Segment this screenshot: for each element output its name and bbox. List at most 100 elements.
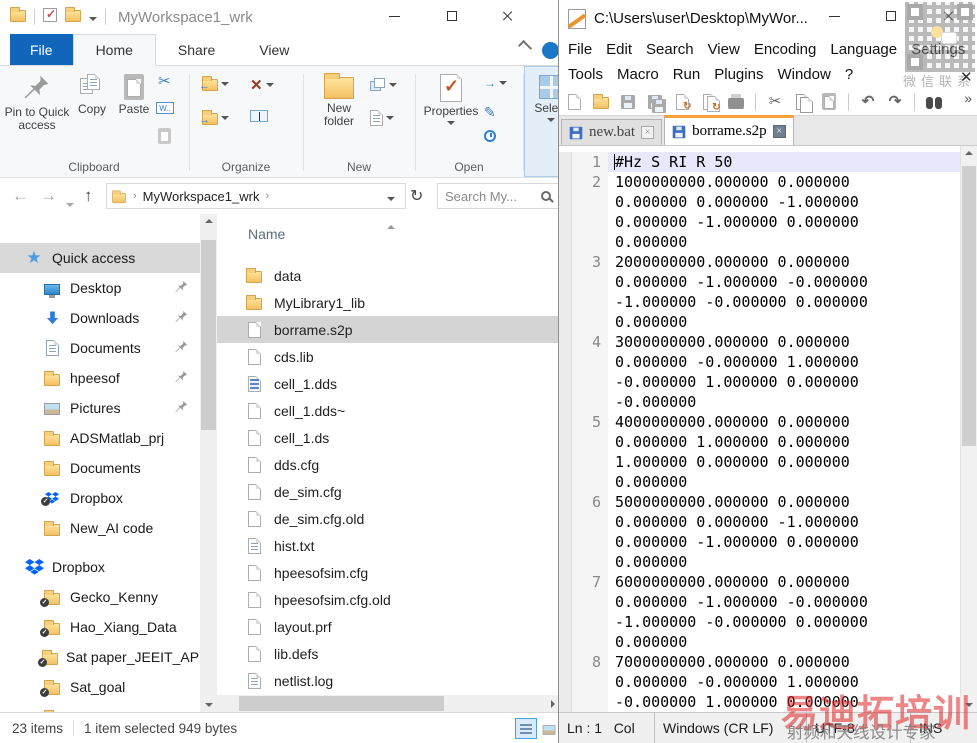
file-row-cell-1-ds[interactable]: cell_1.ds xyxy=(217,424,558,451)
breadcrumb[interactable]: MyWorkspace1_wrk xyxy=(143,189,260,204)
bookmark-margin[interactable] xyxy=(559,472,572,492)
bookmark-margin[interactable] xyxy=(559,172,572,192)
file-row-dds-cfg[interactable]: dds.cfg xyxy=(217,451,558,478)
editor-row[interactable]: 5 4000000000.000000 0.000000 xyxy=(559,412,960,432)
open-file-icon[interactable] xyxy=(591,94,611,109)
back-icon[interactable]: ← xyxy=(12,186,29,206)
menu-file[interactable]: File xyxy=(568,41,599,58)
bookmark-margin[interactable] xyxy=(559,292,572,312)
editor-row[interactable]: -0.000000 xyxy=(559,392,960,412)
bookmark-margin[interactable] xyxy=(559,432,572,452)
menu-window[interactable]: Window xyxy=(770,66,837,83)
bookmark-margin[interactable] xyxy=(559,512,572,532)
editor-row[interactable]: 0.000000 xyxy=(559,232,960,252)
open-icon[interactable]: → xyxy=(484,76,507,90)
rename-icon[interactable] xyxy=(250,110,268,122)
insert-mode[interactable]: INS xyxy=(911,713,950,743)
editor-row[interactable]: 0.000000 -1.000000 -0.000000 xyxy=(559,272,960,292)
bookmark-margin[interactable] xyxy=(559,332,572,352)
undo-icon[interactable]: ↶ xyxy=(858,93,878,111)
collapse-ribbon-icon[interactable] xyxy=(517,39,533,55)
editor-row[interactable]: 1 #Hz S RI R 50 xyxy=(559,152,960,172)
horizontal-scrollbar[interactable] xyxy=(217,695,558,712)
menu-settings[interactable]: Settings xyxy=(904,41,972,58)
copy-button[interactable]: Copy xyxy=(72,74,112,116)
tab-close-icon[interactable]: × xyxy=(772,125,786,138)
close-button[interactable] xyxy=(484,0,531,32)
close-all-icon[interactable]: ↻ xyxy=(699,93,721,113)
bookmark-margin[interactable] xyxy=(559,252,572,272)
editor-row[interactable]: 1.000000 0.000000 0.000000 xyxy=(559,452,960,472)
bookmark-margin[interactable] xyxy=(559,632,572,652)
editor-row[interactable]: 0.000000 xyxy=(559,472,960,492)
sidebar-item-quick-access[interactable]: ★ Quick access xyxy=(0,243,200,273)
bookmark-margin[interactable] xyxy=(559,492,572,512)
file-row-borrame-s2p[interactable]: borrame.s2p xyxy=(217,316,558,343)
sidebar-item-documents[interactable]: Documents xyxy=(0,453,200,483)
file-row-cds-lib[interactable]: cds.lib xyxy=(217,343,558,370)
encoding[interactable]: UTF-8 xyxy=(807,713,911,743)
ribbon-tab-share[interactable]: Share xyxy=(156,34,237,65)
scroll-up-icon[interactable] xyxy=(200,219,217,223)
ribbon-tab-file[interactable]: File xyxy=(10,34,73,65)
editor-row[interactable]: -1.000000 -0.000000 0.000000 xyxy=(559,292,960,312)
editor-row[interactable]: 4 3000000000.000000 0.000000 xyxy=(559,332,960,352)
paste-icon[interactable] xyxy=(819,93,839,110)
sidebar-item-new-ai-code[interactable]: New_AI code xyxy=(0,513,200,543)
minimize-button[interactable] xyxy=(371,0,418,32)
file-row-lib-defs[interactable]: lib.defs xyxy=(217,640,558,667)
file-row-de-sim-cfg-old[interactable]: de_sim.cfg.old xyxy=(217,505,558,532)
ribbon-tab-view[interactable]: View xyxy=(237,34,311,65)
new-folder-button[interactable]: New folder xyxy=(312,73,366,128)
move-to-icon[interactable]: ← xyxy=(199,76,229,92)
bookmark-margin[interactable] xyxy=(559,212,572,232)
paste-button[interactable]: Paste xyxy=(114,74,154,116)
address-dropdown-icon[interactable] xyxy=(381,189,401,204)
close-button[interactable] xyxy=(927,0,971,32)
bookmark-margin[interactable] xyxy=(559,532,572,552)
editor-row[interactable]: 6 5000000000.000000 0.000000 xyxy=(559,492,960,512)
file-row-layout-prf[interactable]: layout.prf xyxy=(217,613,558,640)
menu-plugins[interactable]: Plugins xyxy=(707,66,770,83)
copy-path-icon[interactable]: W.. xyxy=(156,102,174,114)
sidebar-item-documents[interactable]: Documents xyxy=(0,333,200,363)
easy-access-icon[interactable] xyxy=(370,110,394,126)
find-icon[interactable] xyxy=(924,94,944,109)
bookmark-margin[interactable] xyxy=(559,372,572,392)
editor-row[interactable]: 0.000000 -0.000000 1.000000 xyxy=(559,672,960,692)
bookmark-margin[interactable] xyxy=(559,652,572,672)
redo-icon[interactable]: ↷ xyxy=(885,93,905,111)
menu-encoding[interactable]: Encoding xyxy=(747,41,824,58)
sidebar-item-sat[interactable]: Sat xyxy=(0,702,200,712)
editor-row[interactable]: 0.000000 1.000000 0.000000 xyxy=(559,432,960,452)
bookmark-margin[interactable] xyxy=(559,412,572,432)
editor-row[interactable]: 0.000000 0.000000 -1.000000 xyxy=(559,512,960,532)
sidebar-item-dropbox[interactable]: ✓ Dropbox xyxy=(0,483,200,513)
maximize-button[interactable] xyxy=(428,0,475,32)
pin-to-quick-access-button[interactable]: Pin to Quick access xyxy=(4,74,70,132)
editor-row[interactable]: 0.000000 -1.000000 -0.000000 xyxy=(559,592,960,612)
editor-row[interactable]: -1.000000 -0.000000 0.000000 xyxy=(559,612,960,632)
address-bar[interactable]: › MyWorkspace1_wrk › xyxy=(106,183,406,209)
copy-to-icon[interactable]: → xyxy=(199,110,229,126)
eol-format[interactable]: Windows (CR LF) xyxy=(655,713,807,743)
edit-icon[interactable]: ✎ xyxy=(484,104,496,121)
sidebar-item-sat-goal[interactable]: ✓ Sat_goal xyxy=(0,672,200,702)
thumbnail-view-button[interactable] xyxy=(538,718,560,739)
cut-icon[interactable]: ✂ xyxy=(158,72,171,90)
tab-new-bat[interactable]: new.bat × xyxy=(561,119,663,145)
menu-macro[interactable]: Macro xyxy=(610,66,666,83)
new-item-icon[interactable] xyxy=(370,78,397,92)
sidebar-item-desktop[interactable]: Desktop xyxy=(0,273,200,303)
file-row-hpeesofsim-cfg-old[interactable]: hpeesofsim.cfg.old xyxy=(217,586,558,613)
menu-edit[interactable]: Edit xyxy=(599,41,639,58)
bookmark-margin[interactable] xyxy=(559,672,572,692)
minimize-button[interactable] xyxy=(812,0,856,32)
scroll-down-icon[interactable] xyxy=(200,703,217,707)
scroll-down-icon[interactable] xyxy=(961,703,977,707)
bookmark-margin[interactable] xyxy=(559,392,572,412)
sidebar-item-hpeesof[interactable]: hpeesof xyxy=(0,363,200,393)
bookmark-margin[interactable] xyxy=(559,572,572,592)
editor-scrollbar[interactable] xyxy=(960,146,977,712)
search-input[interactable]: Search My... xyxy=(437,183,559,209)
